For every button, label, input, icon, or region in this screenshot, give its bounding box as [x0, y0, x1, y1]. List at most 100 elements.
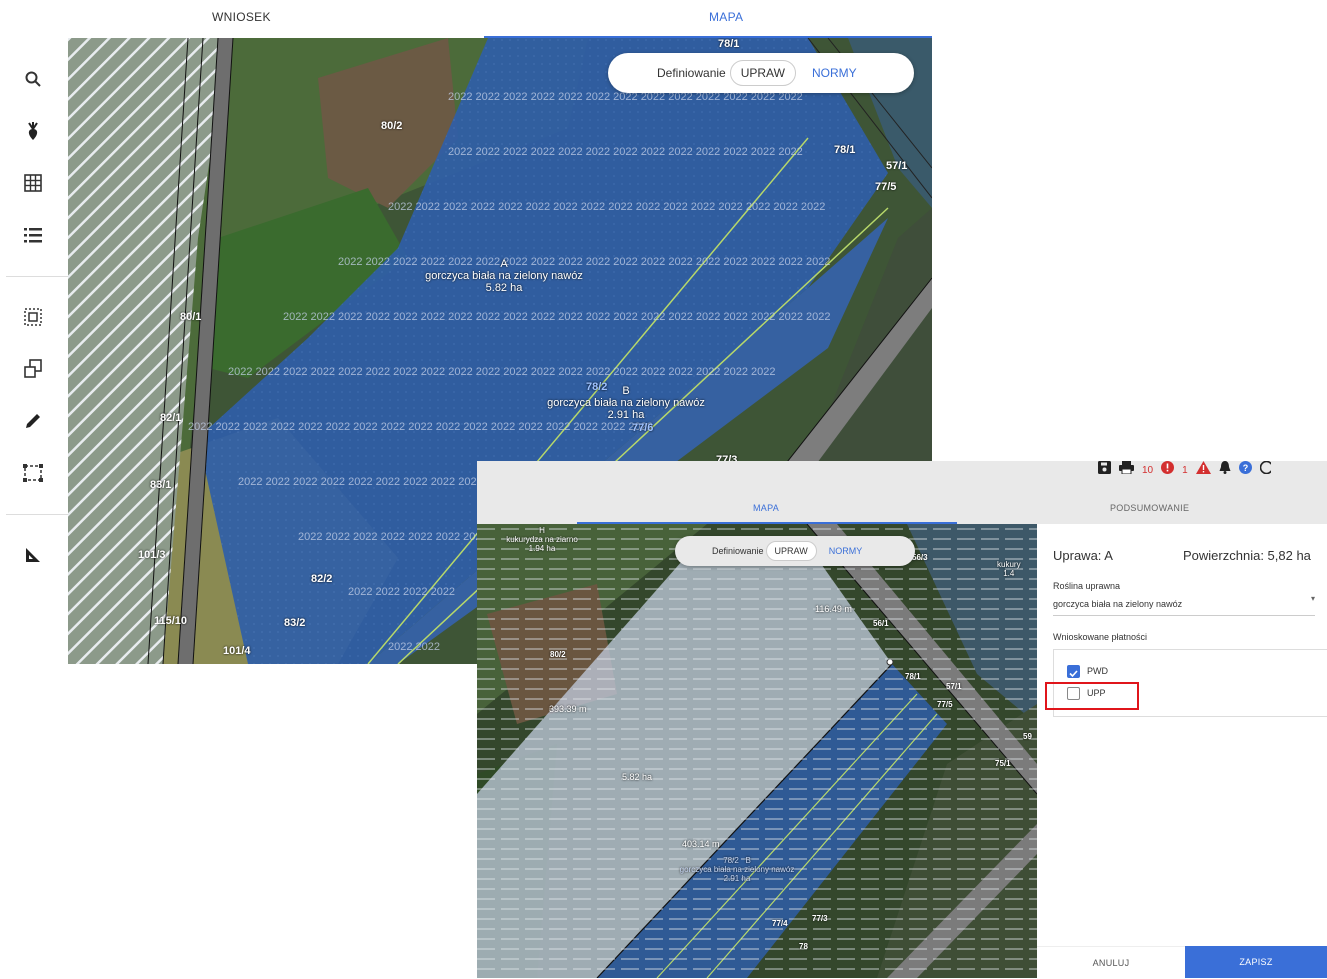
payments-label: Wnioskowane płatności	[1053, 632, 1148, 642]
parcel-label: 75/1	[995, 759, 1011, 768]
crop-label-h[interactable]: H kukurydza na ziarno 1.94 ha	[492, 526, 592, 553]
parcel-label: 101/4	[223, 645, 251, 657]
measurement-label: 393.39 m	[549, 704, 587, 714]
mode-switch-prefix: Definiowanie	[712, 546, 764, 556]
mode-switch: Definiowanie UPRAW NORMY	[675, 536, 915, 566]
plant-select[interactable]: gorczyca biała na zielony nawóz ▾	[1053, 594, 1315, 616]
list-icon[interactable]	[20, 222, 46, 248]
print-icon[interactable]	[1119, 461, 1134, 479]
mode-switch: Definiowanie UPRAW NORMY	[608, 53, 914, 93]
crop-name: gorczyca biała na zielony nawóz	[425, 270, 583, 282]
crop-plant-icon[interactable]	[20, 118, 46, 144]
mode-normy-button[interactable]: NORMY	[829, 546, 863, 556]
parcel-label: 77/4	[772, 919, 788, 928]
sidebar-divider	[6, 514, 68, 515]
tab-wniosek[interactable]: WNIOSEK	[212, 10, 271, 24]
crop-area: 2.91 ha	[607, 409, 645, 421]
bell-icon[interactable]	[1219, 461, 1231, 479]
crop-label-cut[interactable]: kukury 1.4	[997, 560, 1021, 578]
warning-triangle-icon[interactable]	[1195, 461, 1211, 479]
parcel-label: 57/1	[946, 682, 962, 691]
crop-area: 1.4	[1003, 569, 1015, 578]
svg-text:2022 2022 2022 2022 2022 2022: 2022 2022 2022 2022 2022 2022 2022 2022 …	[338, 256, 830, 268]
parcel-label: 82/1	[160, 412, 182, 424]
parcel-label: 77/5	[875, 181, 897, 193]
crop-letter: B	[622, 385, 630, 397]
crop-letter: H	[539, 526, 545, 535]
save-icon[interactable]	[1098, 461, 1111, 479]
save-button[interactable]: ZAPISZ	[1185, 946, 1327, 978]
parcel-label: 83/1	[150, 479, 172, 491]
highlight-frame	[1045, 682, 1139, 710]
map-canvas	[477, 524, 1037, 978]
search-icon[interactable]	[20, 66, 46, 92]
svg-text:2022 2022 2022 2022 2022 2022: 2022 2022 2022 2022 2022 2022 2022	[298, 531, 488, 543]
parcel-label: 80/2	[550, 650, 566, 659]
crop-area: 1.94 ha	[528, 544, 556, 553]
pwd-label: PWD	[1087, 666, 1108, 676]
parcel-label: 77/3	[812, 914, 828, 923]
svg-text:2022 2022 2022 2022 2022 2022: 2022 2022 2022 2022 2022 2022 2022 2022 …	[238, 476, 483, 488]
crop-name: gorczyca biała na zielony nawóz	[679, 865, 795, 874]
area-label: 5.82 ha	[622, 772, 653, 782]
select-area-icon[interactable]	[20, 304, 46, 330]
crop-name: gorczyca biała na zielony nawóz	[547, 397, 705, 409]
plant-label: Roślina uprawna	[1053, 581, 1121, 591]
crop-area: 2.91 ha	[723, 874, 751, 883]
svg-text:2022 2022 2022 2022 2022 2022: 2022 2022 2022 2022 2022 2022 2022 2022 …	[388, 201, 825, 213]
crop-label-a[interactable]: A gorczyca biała na zielony nawóz 5.82 h…	[424, 258, 584, 294]
svg-text:2022 2022 2022 2022 2022 2022: 2022 2022 2022 2022 2022 2022 2022 2022 …	[448, 146, 803, 158]
svg-text:2022 2022 2022 2022: 2022 2022 2022 2022	[348, 586, 455, 598]
svg-text:2022 2022: 2022 2022	[388, 641, 440, 653]
parcel-label: 59	[1023, 732, 1032, 741]
parcel-label: 101/3	[138, 549, 166, 561]
parcel-label: 57/1	[886, 160, 908, 172]
parcel-label: 78/1	[718, 38, 740, 50]
tab-mapa[interactable]: MAPA	[709, 10, 743, 24]
tab-podsumowanie[interactable]: PODSUMOWANIE	[1110, 503, 1189, 513]
parcel-label: 56/1	[873, 619, 889, 628]
error-circle-icon[interactable]	[1161, 461, 1175, 479]
pwd-checkbox[interactable]	[1067, 665, 1080, 678]
copy-geometry-icon[interactable]	[20, 356, 46, 382]
mode-normy-button[interactable]: NORMY	[812, 66, 857, 80]
help-icon[interactable]: ?	[1238, 461, 1252, 479]
sidebar-divider	[6, 276, 68, 277]
errors-count: 1	[1182, 464, 1188, 476]
crop-letter: A	[500, 258, 508, 270]
edit-pencil-icon[interactable]	[20, 408, 46, 434]
svg-text:?: ?	[1242, 463, 1248, 473]
panel-title: Uprawa: A	[1053, 548, 1113, 563]
bounding-box-icon[interactable]	[20, 460, 46, 486]
measure-ruler-icon[interactable]	[20, 542, 46, 568]
parcel-label: 77/6	[632, 422, 654, 434]
warnings-count: 10	[1142, 464, 1154, 476]
mode-switch-prefix: Definiowanie	[657, 66, 726, 80]
parcel-label: 78/1	[834, 144, 856, 156]
parcel-code: 78/2	[723, 856, 739, 865]
parcel-label: 83/2	[284, 617, 306, 629]
parcel-label: 78/1	[905, 672, 921, 681]
user-account-icon[interactable]	[1259, 460, 1273, 479]
crop-name: kukury	[997, 560, 1021, 569]
mode-upraw-button[interactable]: UPRAW	[765, 541, 817, 561]
parcel-label: 78	[799, 942, 808, 951]
panel-area: Powierzchnia: 5,82 ha	[1183, 548, 1311, 563]
cancel-button[interactable]: ANULUJ	[1037, 946, 1185, 979]
parcel-label: 115/10	[154, 615, 188, 627]
crop-area: 5.82 ha	[485, 282, 523, 294]
crop-label-b[interactable]: 78/2 B gorczyca biała na zielony nawóz 2…	[672, 856, 802, 883]
plant-value: gorczyca biała na zielony nawóz	[1053, 599, 1183, 609]
tab-mapa[interactable]: MAPA	[753, 503, 779, 513]
sidebar	[0, 38, 68, 638]
map-view[interactable]: H kukurydza na ziarno 1.94 ha kukury 1.4…	[477, 524, 1037, 978]
crop-label-b[interactable]: B gorczyca biała na zielony nawóz 2.91 h…	[546, 385, 706, 421]
svg-text:2022 2022 2022 2022 2022 2022: 2022 2022 2022 2022 2022 2022 2022 2022 …	[188, 421, 653, 433]
parcel-label: 80/2	[381, 120, 403, 132]
measurement-label: 116.49 m	[815, 604, 852, 614]
mode-upraw-button[interactable]: UPRAW	[729, 60, 796, 86]
parcel-label: 77/5	[937, 700, 953, 709]
grid-table-icon[interactable]	[20, 170, 46, 196]
chevron-down-icon: ▾	[1310, 594, 1315, 603]
crop-details-panel: Uprawa: A Powierzchnia: 5,82 ha Roślina …	[1037, 530, 1327, 978]
